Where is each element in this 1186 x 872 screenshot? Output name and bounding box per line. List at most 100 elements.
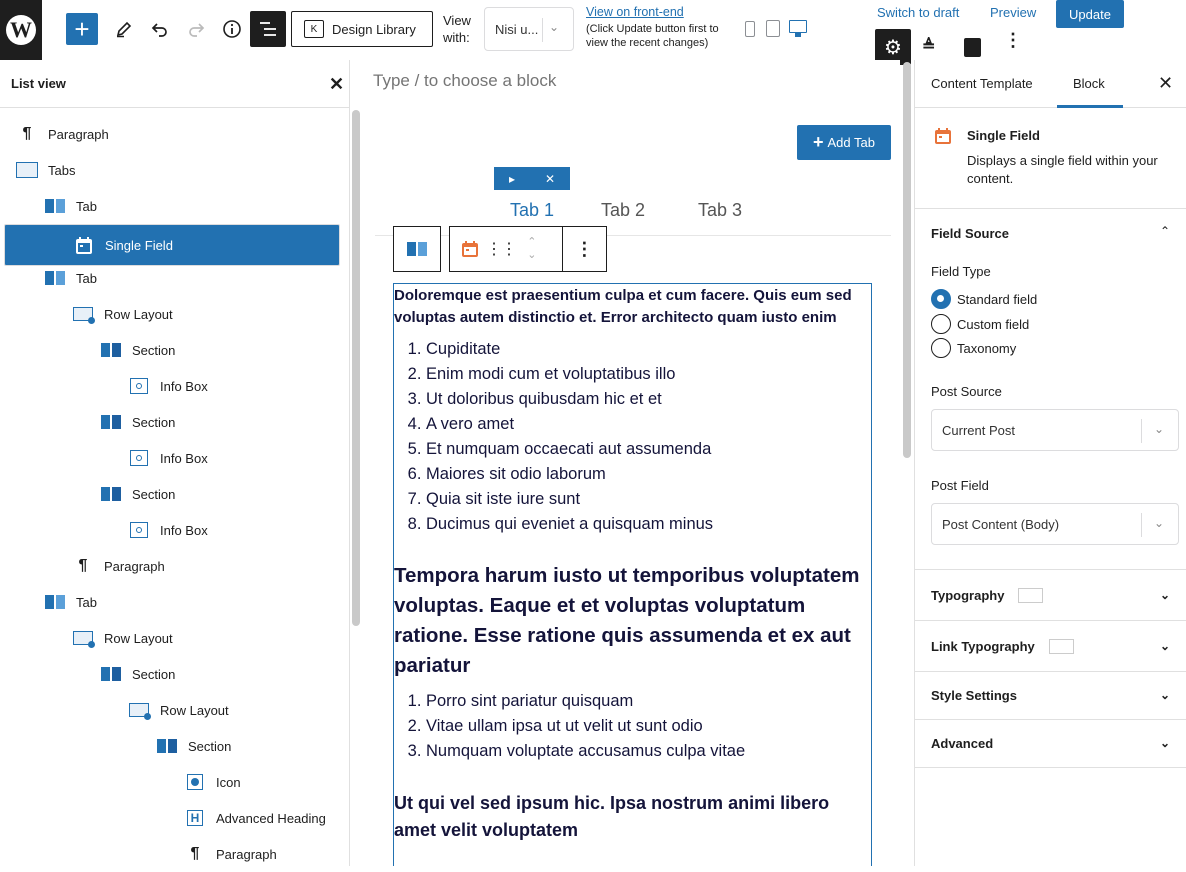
kadence-icon[interactable]: ≜ xyxy=(922,36,935,56)
list-view-scrollbar[interactable] xyxy=(352,110,360,626)
list-view-item[interactable]: Tab xyxy=(44,584,97,620)
tab-icon xyxy=(44,593,66,611)
panel-advanced-title: Advanced xyxy=(931,736,994,751)
calendar-icon[interactable] xyxy=(454,240,486,258)
radio-standard-field[interactable] xyxy=(931,289,951,309)
design-library-button[interactable]: K Design Library xyxy=(291,11,433,47)
chevron-down-icon: ⌄ xyxy=(1160,688,1171,702)
redo-icon[interactable] xyxy=(184,17,208,41)
drag-handle-icon[interactable]: ⋮⋮ xyxy=(486,239,517,259)
tab-icon xyxy=(44,197,66,215)
more-options-icon[interactable]: ⋮ xyxy=(1004,31,1022,49)
tab-content-template[interactable]: Content Template xyxy=(931,76,1033,91)
preview-button[interactable]: Preview xyxy=(990,5,1036,20)
post-source-value: Current Post xyxy=(942,422,1015,438)
chevron-up-icon[interactable]: ⌃ xyxy=(527,236,536,249)
calendar-icon xyxy=(73,236,95,254)
list-view-item[interactable]: Section xyxy=(156,728,231,764)
list-view-item[interactable]: Info Box xyxy=(128,368,208,404)
add-tab-button[interactable]: + Add Tab xyxy=(797,125,891,160)
close-icon[interactable]: ✕ xyxy=(1158,73,1173,94)
list-view-item[interactable]: Row Layout xyxy=(72,620,173,656)
panel-style-settings[interactable]: Style Settings ⌄ xyxy=(915,672,1186,720)
panel-advanced[interactable]: Advanced ⌄ xyxy=(915,720,1186,768)
tablet-preview-icon[interactable] xyxy=(766,20,780,37)
radio-custom-field[interactable] xyxy=(931,314,951,334)
list-view-item[interactable]: H Advanced Heading xyxy=(184,800,326,836)
parent-block-button[interactable] xyxy=(393,226,441,272)
wordpress-logo-icon[interactable]: W xyxy=(0,0,42,60)
list-view-item[interactable]: ¶ Paragraph xyxy=(72,548,165,584)
list-item: Ducimus qui eveniet a quisquam minus xyxy=(426,512,871,537)
info-box-icon xyxy=(128,521,150,539)
list-view-item-label: Tab xyxy=(76,594,97,610)
front-end-note: (Click Update button first to view the r… xyxy=(586,23,719,49)
single-field-content[interactable]: Doloremque est praesentium culpa et cum … xyxy=(393,283,872,866)
canvas-scrollbar[interactable] xyxy=(903,62,911,458)
info-box-icon xyxy=(128,377,150,395)
close-icon[interactable]: ✕ xyxy=(545,172,555,186)
chevron-up-icon[interactable]: ⌃ xyxy=(1160,224,1170,238)
view-front-end-link[interactable]: View on front-end xyxy=(586,5,684,19)
list-view-button[interactable] xyxy=(250,11,286,47)
tab-2[interactable]: Tab 2 xyxy=(601,200,645,221)
clipboard-icon[interactable] xyxy=(964,38,981,57)
list-view-item[interactable]: Icon xyxy=(184,764,241,800)
post-source-select[interactable]: Current Post ⌄ xyxy=(931,409,1179,451)
list-view-item[interactable]: Row Layout xyxy=(128,692,229,728)
tab-controls: ▸ ✕ xyxy=(494,167,570,190)
info-icon[interactable] xyxy=(220,17,244,41)
list-view-item[interactable]: Section xyxy=(100,404,175,440)
tab-3[interactable]: Tab 3 xyxy=(698,200,742,221)
list-view-item[interactable]: Tab xyxy=(44,188,97,224)
chevron-down-icon[interactable]: ⌄ xyxy=(527,249,536,262)
tab-1[interactable]: Tab 1 xyxy=(510,200,554,221)
add-block-button[interactable]: + xyxy=(66,13,98,45)
list-view-item[interactable]: Tab xyxy=(44,260,97,296)
desktop-preview-icon[interactable] xyxy=(789,20,807,33)
panel-typography[interactable]: Typography ⌄ xyxy=(915,570,1186,621)
row-layout-icon xyxy=(72,305,95,324)
field-source-title[interactable]: Field Source xyxy=(931,226,1009,241)
radio-taxonomy[interactable] xyxy=(931,338,951,358)
chevron-down-icon: ⌄ xyxy=(1160,639,1171,653)
update-button[interactable]: Update xyxy=(1056,0,1124,28)
list-view-item-label: Row Layout xyxy=(104,306,173,322)
pencil-icon[interactable] xyxy=(112,17,136,41)
list-view-item-label: Info Box xyxy=(160,522,208,538)
list-view-item[interactable]: Tabs xyxy=(16,152,75,188)
paragraph-icon: ¶ xyxy=(22,125,32,142)
block-options-icon[interactable]: ⋮ xyxy=(563,239,606,260)
undo-icon[interactable] xyxy=(148,17,172,41)
play-icon[interactable]: ▸ xyxy=(509,172,515,186)
list-view-item[interactable]: Info Box xyxy=(128,440,208,476)
list-view-item[interactable]: Section xyxy=(100,656,175,692)
design-library-label: Design Library xyxy=(332,21,416,37)
view-with-select[interactable]: Nisi u... ⌄ xyxy=(484,7,574,51)
block-placeholder[interactable]: Type / to choose a block xyxy=(373,71,556,91)
list-view-item-label: Paragraph xyxy=(104,558,165,574)
panel-link-typography[interactable]: Link Typography ⌄ xyxy=(915,621,1186,672)
content-heading-3: Ut qui vel sed ipsum hic. Ipsa nostrum a… xyxy=(394,793,830,840)
tab-block[interactable]: Block xyxy=(1073,76,1105,91)
panel-link-typography-title: Link Typography xyxy=(931,638,1035,654)
list-view-item-label: Tabs xyxy=(48,162,76,178)
list-view-item[interactable]: Section xyxy=(100,332,175,368)
radio-label-custom: Custom field xyxy=(957,317,1030,332)
move-arrows[interactable]: ⌃ ⌄ xyxy=(514,236,550,262)
list-view-item-label: Section xyxy=(132,414,176,430)
list-view-item[interactable]: ¶ Paragraph xyxy=(184,836,277,872)
list-item: Porro sint pariatur quisquam xyxy=(426,689,871,714)
list-view-item[interactable]: Section xyxy=(100,476,175,512)
mobile-preview-icon[interactable] xyxy=(745,21,755,37)
list-view-item[interactable]: ¶ Paragraph xyxy=(16,116,109,152)
post-field-select[interactable]: Post Content (Body) ⌄ xyxy=(931,503,1179,545)
chevron-down-icon: ⌄ xyxy=(1160,588,1171,602)
ordered-list-2: Porro sint pariatur quisquamVitae ullam … xyxy=(394,689,871,764)
list-view-item[interactable]: Info Box xyxy=(128,512,208,548)
link-typography-swatch xyxy=(1048,638,1074,654)
list-item: A vero amet xyxy=(426,412,871,437)
switch-to-draft-button[interactable]: Switch to draft xyxy=(877,5,959,20)
close-icon[interactable]: ✕ xyxy=(329,74,349,95)
list-view-item[interactable]: Row Layout xyxy=(72,296,173,332)
